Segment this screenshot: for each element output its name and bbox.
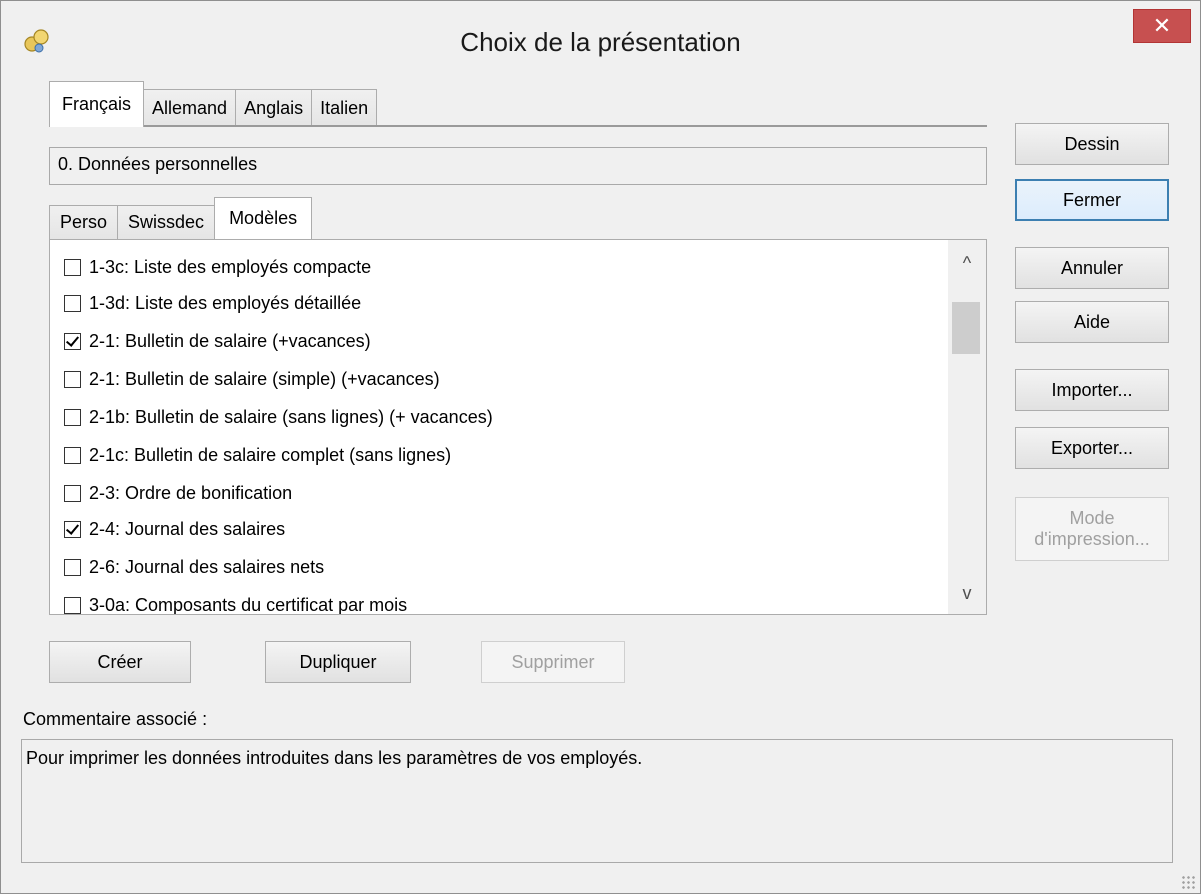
checkbox-checked[interactable]	[64, 332, 81, 350]
list-item[interactable]: 1-3c: Liste des employés compacte	[64, 252, 371, 282]
list-item[interactable]: 2-6: Journal des salaires nets	[64, 552, 324, 582]
scroll-thumb[interactable]	[952, 302, 980, 354]
fermer-button[interactable]: Fermer	[1015, 179, 1169, 221]
scroll-up-icon[interactable]: ^	[948, 248, 986, 278]
exporter-button[interactable]: Exporter...	[1015, 427, 1169, 469]
checkbox[interactable]	[64, 370, 81, 388]
checkbox[interactable]	[64, 558, 81, 576]
annuler-button[interactable]: Annuler	[1015, 247, 1169, 289]
vertical-scrollbar[interactable]	[948, 240, 986, 614]
supprimer-button: Supprimer	[481, 641, 625, 683]
tab-underline	[49, 125, 987, 127]
resize-grip-icon[interactable]	[1181, 875, 1195, 889]
list-item[interactable]: 3-0a: Composants du certificat par mois	[64, 590, 407, 614]
checkbox[interactable]	[64, 294, 81, 312]
category-field: 0. Données personnelles	[49, 147, 987, 185]
list-item[interactable]: 2-1: Bulletin de salaire (simple) (+vaca…	[64, 364, 440, 394]
list-item[interactable]: 1-3d: Liste des employés détaillée	[64, 288, 361, 318]
comment-label: Commentaire associé :	[23, 709, 208, 729]
language-tabs: Français Allemand Anglais Italien	[49, 81, 378, 127]
tab-francais[interactable]: Français	[49, 81, 145, 127]
tab-anglais[interactable]: Anglais	[235, 89, 313, 127]
tab-perso[interactable]: Perso	[49, 205, 119, 239]
comment-box: Pour imprimer les données introduites da…	[21, 739, 1173, 863]
close-icon: ✕	[1152, 13, 1172, 38]
checkbox[interactable]	[64, 408, 81, 426]
tab-swissdec[interactable]: Swissdec	[117, 205, 216, 239]
checkbox[interactable]	[64, 484, 81, 502]
close-button[interactable]: ✕	[1133, 9, 1191, 43]
mode-impression-button: Mode d'impression...	[1015, 497, 1169, 561]
importer-button[interactable]: Importer...	[1015, 369, 1169, 411]
dessin-button[interactable]: Dessin	[1015, 123, 1169, 165]
title-bar: Choix de la présentation ✕	[1, 1, 1200, 87]
window-title: Choix de la présentation	[460, 27, 741, 57]
aide-button[interactable]: Aide	[1015, 301, 1169, 343]
checkbox[interactable]	[64, 258, 81, 276]
tab-allemand[interactable]: Allemand	[143, 89, 237, 127]
list-item[interactable]: 2-1b: Bulletin de salaire (sans lignes) …	[64, 402, 493, 432]
checkbox[interactable]	[64, 596, 81, 614]
checkbox[interactable]	[64, 446, 81, 464]
list-item[interactable]: 2-1c: Bulletin de salaire complet (sans …	[64, 440, 451, 470]
models-checklist: 1-3c: Liste des employés compacte 1-3d: …	[49, 239, 987, 615]
tab-modeles[interactable]: Modèles	[214, 197, 313, 239]
list-item[interactable]: 2-4: Journal des salaires	[64, 514, 285, 544]
dialog-window: Choix de la présentation ✕ Français Alle…	[0, 0, 1201, 894]
dupliquer-button[interactable]: Dupliquer	[265, 641, 411, 683]
list-item[interactable]: 2-1: Bulletin de salaire (+vacances)	[64, 326, 371, 356]
list-item[interactable]: 2-3: Ordre de bonification	[64, 478, 292, 508]
creer-button[interactable]: Créer	[49, 641, 191, 683]
tab-italien[interactable]: Italien	[311, 89, 378, 127]
sub-tabs: Perso Swissdec Modèles	[49, 197, 313, 239]
checkbox-checked[interactable]	[64, 520, 81, 538]
scroll-down-icon[interactable]: v	[948, 578, 986, 608]
